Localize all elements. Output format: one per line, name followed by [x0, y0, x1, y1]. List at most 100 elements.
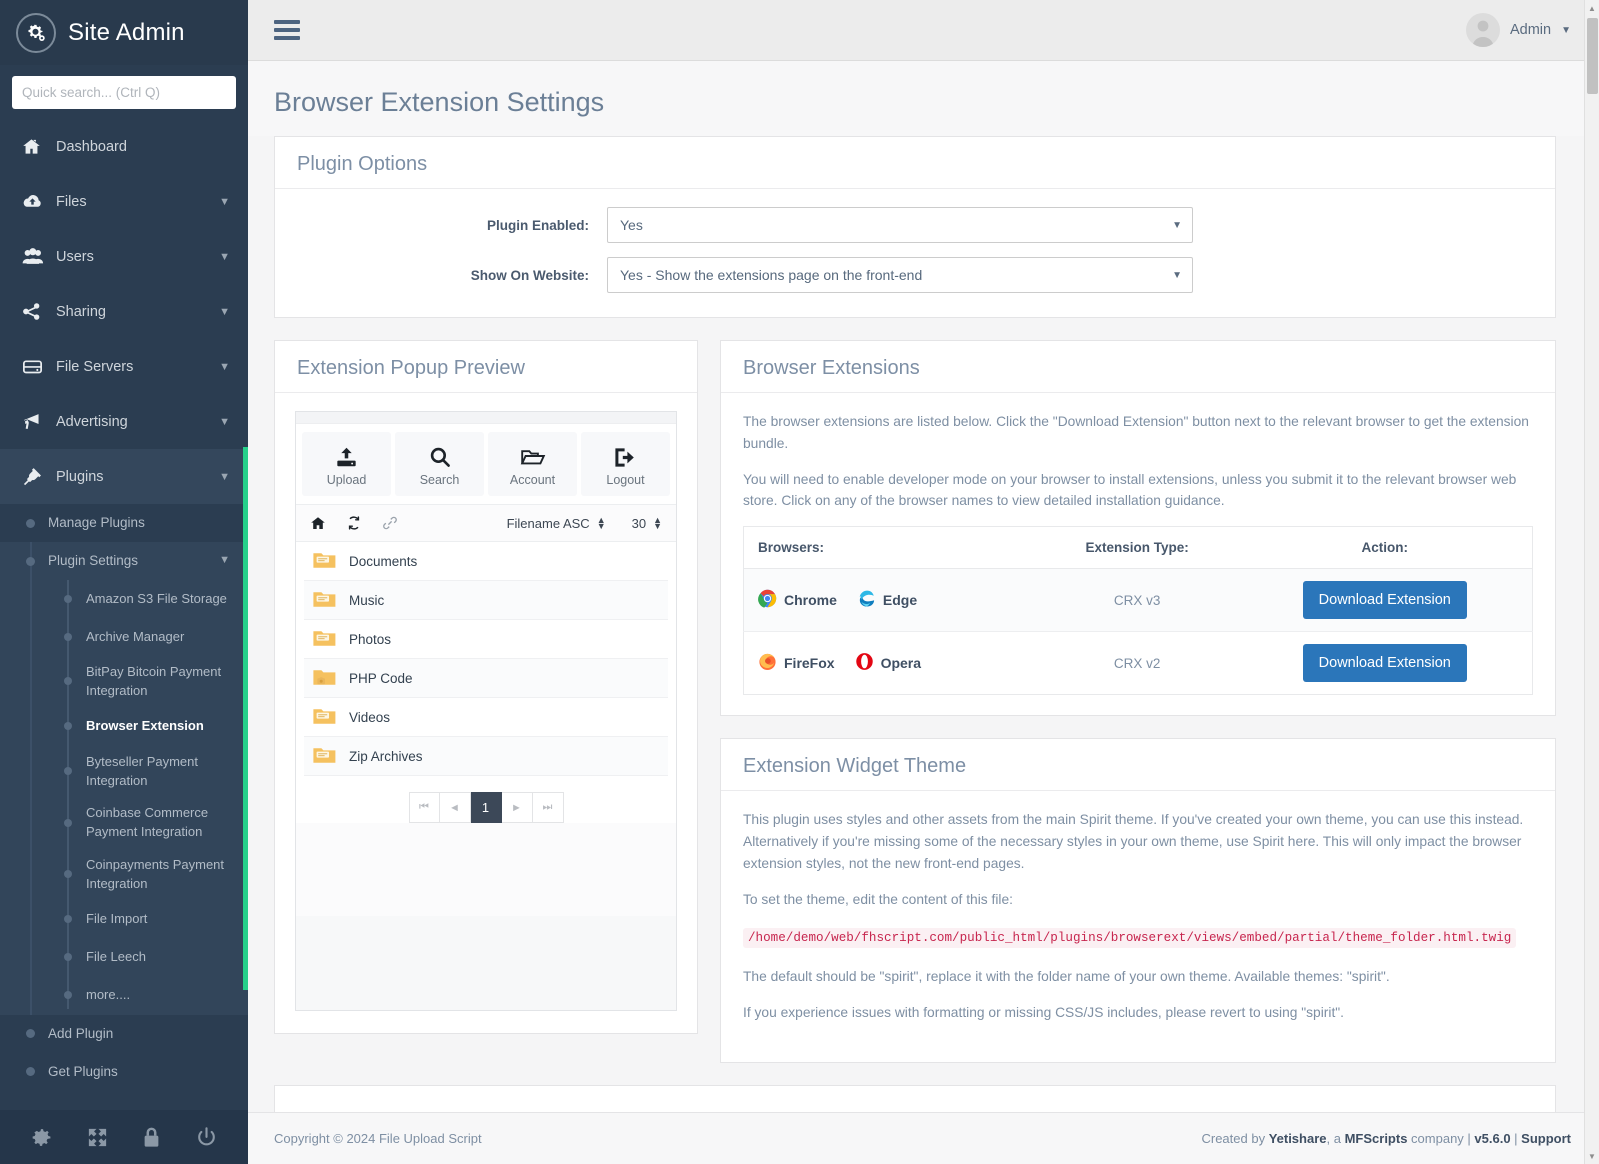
sidebar-item-bitpay[interactable]: BitPay Bitcoin Payment Integration: [0, 656, 248, 708]
logout-icon: [581, 443, 670, 471]
sidebar-item-sharing[interactable]: Sharing ▼: [0, 284, 248, 339]
sidebar-item-coinbase[interactable]: Coinbase Commerce Payment Integration: [0, 797, 248, 849]
popup-upload-button[interactable]: Upload: [302, 432, 391, 496]
quick-search-input[interactable]: [12, 76, 236, 109]
chevron-down-icon: ▼: [1561, 24, 1571, 36]
refresh-icon[interactable]: [346, 515, 362, 531]
pagination-next-button[interactable]: ►: [501, 792, 533, 823]
bullet-icon: [64, 953, 72, 962]
footer-mfscripts-link[interactable]: MFScripts: [1345, 1131, 1408, 1146]
link-icon[interactable]: [382, 515, 398, 531]
sidebar-item-archive-manager[interactable]: Archive Manager: [0, 618, 248, 656]
list-item[interactable]: Documents: [304, 542, 668, 581]
sidebar-item-users[interactable]: Users ▼: [0, 229, 248, 284]
server-icon: [22, 357, 48, 376]
pagination-last-button[interactable]: ⏭: [532, 792, 564, 823]
sidebar-item-label: Sharing: [56, 303, 106, 320]
pagination-current-page[interactable]: 1: [470, 792, 502, 823]
page-scrollbar[interactable]: ▲ ▼: [1584, 0, 1599, 1164]
panel-title: Plugin Options: [297, 153, 428, 175]
popup-sort-value: Filename ASC: [506, 515, 590, 531]
browser-name-group: FireFox Opera: [758, 652, 1023, 674]
sidebar-item-coinpayments[interactable]: Coinpayments Payment Integration: [0, 849, 248, 901]
chevron-down-icon: ▼: [219, 470, 230, 483]
download-extension-button[interactable]: Download Extension: [1302, 581, 1467, 620]
sidebar-item-get-plugins[interactable]: Get Plugins: [0, 1052, 248, 1091]
pagination-first-button[interactable]: ⏮: [408, 792, 440, 823]
popup-logout-button[interactable]: Logout: [581, 432, 670, 496]
hamburger-icon[interactable]: [274, 20, 300, 40]
extensions-intro-paragraph-2: You will need to enable developer mode o…: [743, 471, 1517, 509]
popup-account-button[interactable]: Account: [488, 432, 577, 496]
sidebar-item-file-servers[interactable]: File Servers ▼: [0, 339, 248, 394]
scroll-up-arrow-icon[interactable]: ▲: [1585, 0, 1599, 16]
list-item[interactable]: PHP Code: [304, 659, 668, 698]
sidebar-item-amazon-s3[interactable]: Amazon S3 File Storage: [0, 580, 248, 618]
list-item[interactable]: Music: [304, 581, 668, 620]
popup-sub-toolbar: Filename ASC ▲ ▼ 30 ▲ ▼: [296, 504, 676, 542]
footer-company: company |: [1407, 1131, 1475, 1146]
home-icon[interactable]: [310, 515, 326, 531]
page-footer: Copyright © 2024 File Upload Script Crea…: [248, 1112, 1599, 1164]
popup-action-bar: Upload Search Account Logout: [296, 424, 676, 504]
folder-icon: [312, 628, 337, 651]
footer-support-link[interactable]: Support: [1521, 1131, 1571, 1146]
browser-link-edge[interactable]: Edge: [857, 589, 917, 611]
plugin-enabled-select[interactable]: Yes: [607, 207, 1193, 243]
field-control: Yes ▼: [607, 207, 1193, 243]
browser-link-chrome[interactable]: Chrome: [758, 589, 837, 611]
pagination-prev-button[interactable]: ◄: [439, 792, 471, 823]
sidebar-item-file-import[interactable]: File Import: [0, 901, 248, 939]
sidebar-item-add-plugin[interactable]: Add Plugin: [0, 1014, 248, 1053]
expand-icon[interactable]: [86, 1126, 109, 1149]
table-row: FireFox Opera CRX v2 Download Extension: [744, 632, 1533, 695]
sidebar-item-dashboard[interactable]: Dashboard: [0, 119, 248, 174]
sidebar-item-manage-plugins[interactable]: Manage Plugins: [0, 504, 248, 542]
sidebar-item-plugins[interactable]: Plugins ▼: [0, 449, 248, 504]
scrollbar-thumb[interactable]: [1587, 18, 1598, 94]
folder-icon: [312, 706, 337, 729]
popup-sort-selector[interactable]: Filename ASC ▲ ▼: [507, 516, 606, 531]
browser-name-label: Opera: [880, 655, 922, 672]
sidebar-item-files[interactable]: Files ▼: [0, 174, 248, 229]
popup-search-button[interactable]: Search: [395, 432, 484, 496]
chevron-down-icon: ▼: [219, 554, 230, 567]
extensions-intro-paragraph-1: The browser extensions are listed below.…: [743, 414, 1529, 451]
lock-icon[interactable]: [141, 1126, 162, 1149]
power-icon[interactable]: [195, 1126, 218, 1149]
sidebar-item-file-leech[interactable]: File Leech: [0, 939, 248, 977]
panel-header: Browser Extensions: [721, 341, 1555, 393]
footer-yetishare-link[interactable]: Yetishare: [1269, 1131, 1327, 1146]
show-on-website-select[interactable]: Yes - Show the extensions page on the fr…: [607, 257, 1193, 293]
list-item[interactable]: Videos: [304, 698, 668, 737]
sidebar-item-more[interactable]: more....: [0, 977, 248, 1015]
action-cell: Download Extension: [1237, 568, 1533, 633]
browser-name-label: Chrome: [784, 592, 837, 609]
sidebar-item-browser-extension[interactable]: Browser Extension: [0, 708, 248, 746]
user-menu[interactable]: Admin ▼: [1465, 13, 1571, 47]
browser-link-opera[interactable]: Opera: [855, 652, 921, 674]
sub-item-label: Byteseller Payment Integration: [86, 753, 198, 788]
panel-header: Extension Popup Preview: [275, 341, 697, 393]
scroll-down-arrow-icon[interactable]: ▼: [1585, 1148, 1599, 1164]
sub-item-label: Archive Manager: [86, 628, 185, 644]
chevron-down-icon: ▼: [219, 305, 230, 318]
browser-extensions-table: Browsers: Extension Type: Action: Chrome…: [743, 526, 1533, 696]
popup-perpage-selector[interactable]: 30 ▲ ▼: [632, 516, 662, 531]
list-item[interactable]: Photos: [304, 620, 668, 659]
column-header-extension-type: Extension Type:: [1036, 526, 1238, 570]
folder-locked-icon: [312, 667, 337, 690]
popup-file-list: Documents Music Photos PHP Code Videos Z…: [296, 542, 676, 776]
browser-link-firefox[interactable]: FireFox: [758, 652, 835, 674]
download-extension-button[interactable]: Download Extension: [1302, 644, 1467, 683]
sidebar-item-advertising[interactable]: Advertising ▼: [0, 394, 248, 449]
field-label: Show On Website:: [470, 267, 589, 283]
sidebar-item-byteseller[interactable]: Byteseller Payment Integration: [0, 746, 248, 798]
gear-icon[interactable]: [30, 1126, 53, 1149]
list-item[interactable]: Zip Archives: [304, 737, 668, 776]
sidebar-item-plugin-settings[interactable]: Plugin Settings ▼: [0, 542, 248, 580]
bullet-icon: [64, 870, 72, 879]
panel-header: Plugin Options: [275, 137, 1555, 189]
sub-item-label: File Leech: [86, 949, 146, 965]
popup-action-label: Account: [509, 473, 556, 487]
